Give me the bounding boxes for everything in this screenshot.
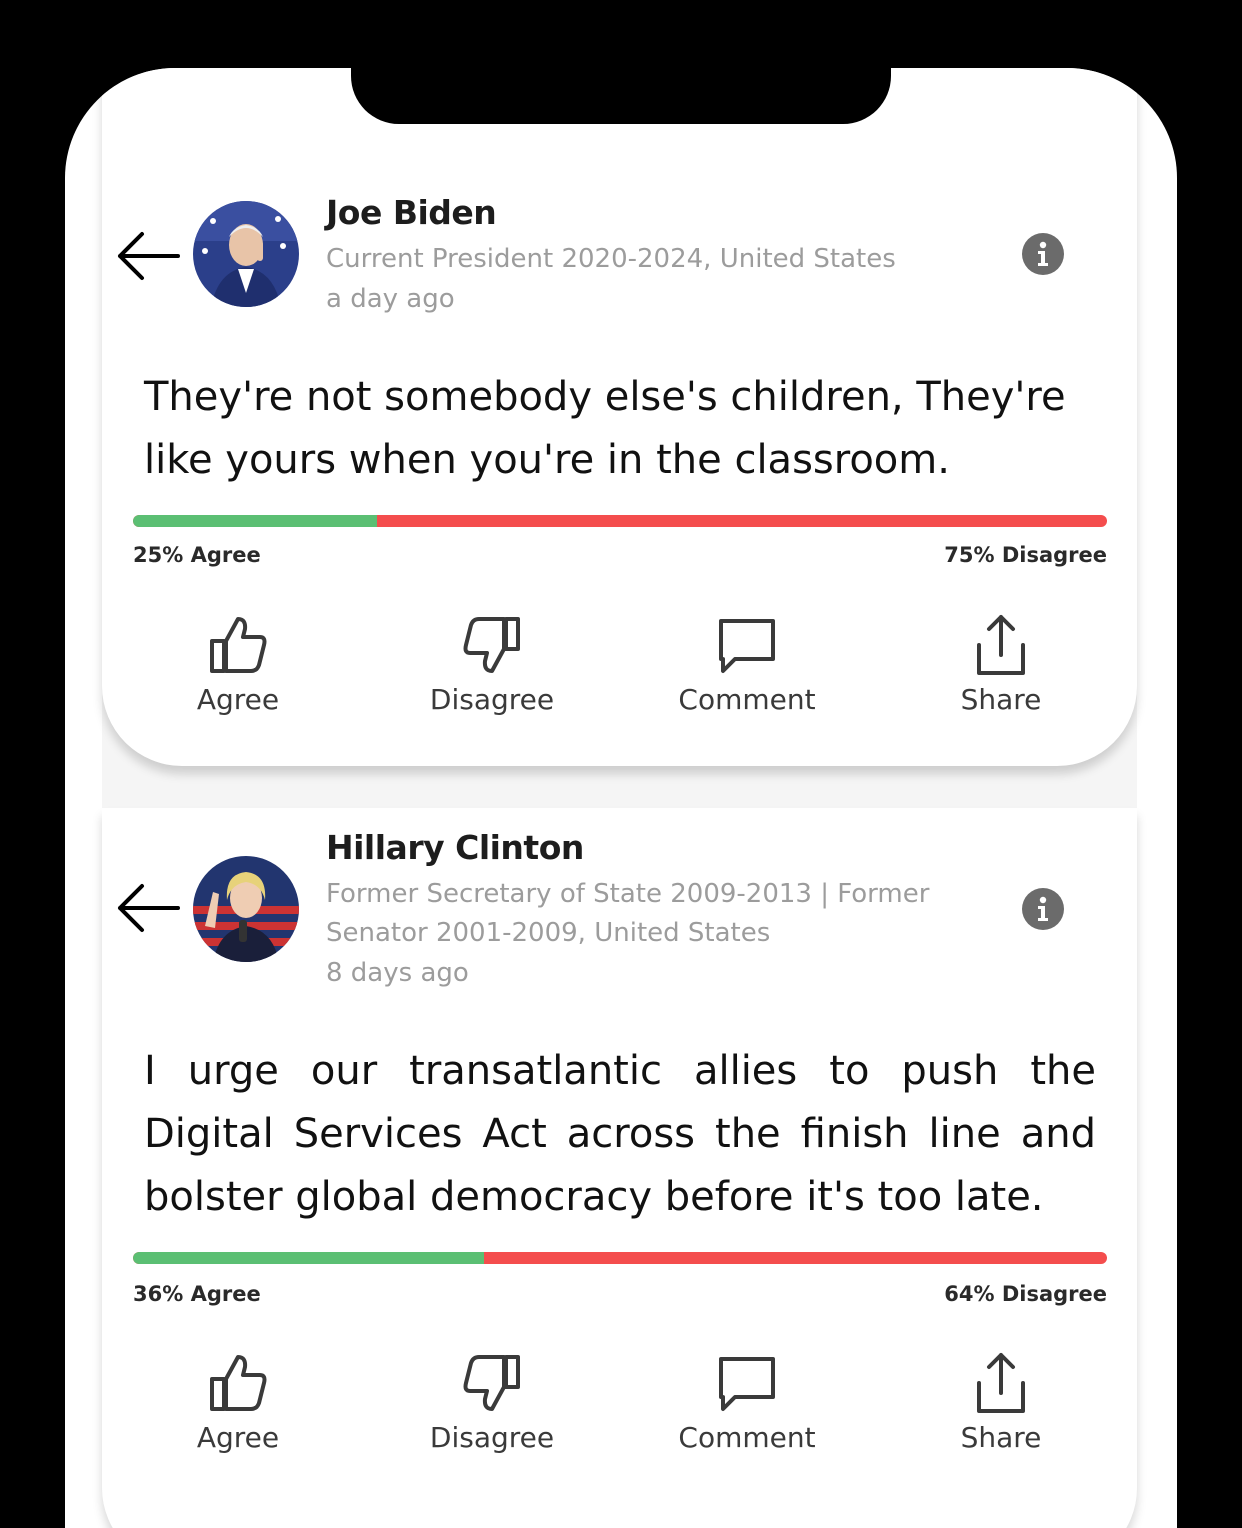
share-label: Share [960,1421,1042,1454]
agree-percent: 36% Agree [133,1282,261,1306]
post-card: Joe Biden Current President 2020-2024, U… [102,68,1137,766]
author-role: Former Secretary of State 2009-2013 | Fo… [326,879,930,948]
agree-label: Agree [196,683,280,716]
thumbs-up-icon [210,1355,267,1411]
comment-label: Comment [678,1421,816,1454]
post-quote: They're not somebody else's children, Th… [144,374,1066,483]
agree-label: Agree [196,1421,280,1454]
comment-icon [719,1357,775,1411]
disagree-percent: 64% Disagree [944,1282,1107,1306]
vote-bar [133,515,1107,527]
disagree-percent: 75% Disagree [944,543,1107,567]
thumbs-down-icon [463,617,520,673]
disagree-label: Disagree [429,683,555,716]
disagree-button[interactable]: Disagree [392,1351,592,1454]
share-button[interactable]: Share [901,1351,1101,1454]
avatar[interactable] [193,201,299,307]
agree-button[interactable]: Agree [138,613,338,716]
back-arrow-icon[interactable] [112,878,182,938]
thumbs-down-icon [463,1355,520,1411]
agree-fill [133,1252,484,1264]
share-label: Share [960,683,1042,716]
post-quote: I urge our transatlantic allies to push … [144,1048,1096,1220]
info-icon[interactable] [1022,888,1064,930]
info-icon[interactable] [1022,233,1064,275]
author-name[interactable]: Joe Biden [326,193,497,232]
avatar[interactable] [193,856,299,962]
action-bar: Agree Disagree Comment Share [102,1351,1137,1461]
vote-bar [133,1252,1107,1264]
action-bar: Agree Disagree Comment Share [102,613,1137,723]
agree-percent: 25% Agree [133,543,261,567]
share-icon [977,1353,1025,1413]
agree-button[interactable]: Agree [138,1351,338,1454]
author-role: Current President 2020-2024, United Stat… [326,244,896,274]
phone-notch [351,68,891,124]
share-button[interactable]: Share [901,613,1101,716]
back-arrow-icon[interactable] [112,226,182,286]
phone-screen: Joe Biden Current President 2020-2024, U… [65,68,1177,1528]
post-time: a day ago [326,284,455,314]
post-time: 8 days ago [326,958,469,988]
comment-button[interactable]: Comment [647,613,847,716]
agree-fill [133,515,377,527]
post-card: Hillary Clinton Former Secretary of Stat… [102,808,1137,1528]
comment-icon [719,619,775,673]
comment-label: Comment [678,683,816,716]
share-icon [977,615,1025,675]
author-name[interactable]: Hillary Clinton [326,828,584,867]
disagree-label: Disagree [429,1421,555,1454]
comment-button[interactable]: Comment [647,1351,847,1454]
disagree-button[interactable]: Disagree [392,613,592,716]
thumbs-up-icon [210,617,267,673]
